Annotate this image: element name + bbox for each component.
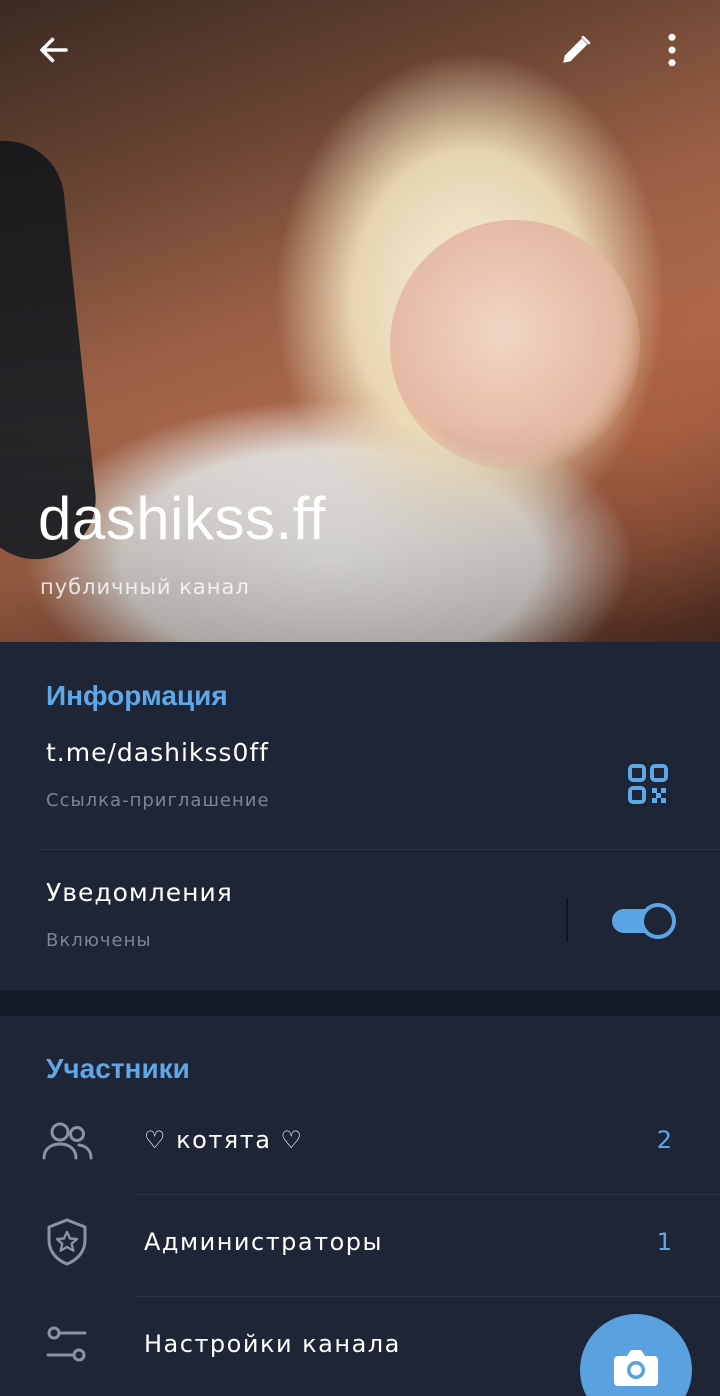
- qr-code-icon: [628, 764, 668, 804]
- list-item-count: 1: [656, 1228, 672, 1256]
- members-section-title: Участники: [46, 1053, 190, 1084]
- list-item-count: 2: [656, 1126, 672, 1154]
- edit-button[interactable]: [548, 22, 604, 78]
- pencil-icon: [563, 35, 591, 63]
- people-icon: [42, 1122, 93, 1160]
- list-item-subscribers[interactable]: ♡ котята ♡ 2: [0, 1094, 720, 1194]
- notifications-toggle[interactable]: [610, 903, 676, 939]
- list-item-label: Администраторы: [144, 1228, 383, 1256]
- invite-link-caption: Ссылка-приглашение: [46, 790, 270, 811]
- list-item-admins[interactable]: Администраторы 1: [0, 1195, 720, 1295]
- back-button[interactable]: [26, 22, 82, 78]
- notifications-status: Включены: [46, 930, 152, 951]
- invite-link[interactable]: t.me/dashikss0ff: [46, 738, 269, 767]
- arrow-left-icon: [40, 37, 68, 63]
- section-gap: [0, 990, 720, 1016]
- info-section-title: Информация: [46, 680, 228, 711]
- sliders-icon: [46, 1326, 87, 1362]
- qr-code-button[interactable]: [622, 758, 674, 810]
- vertical-separator: [566, 898, 568, 942]
- more-button[interactable]: [644, 22, 700, 78]
- channel-name: dashikss.ff: [38, 485, 326, 552]
- shield-star-icon: [47, 1218, 87, 1266]
- camera-icon: [614, 1350, 658, 1386]
- toggle-knob: [640, 903, 676, 939]
- notifications-label[interactable]: Уведомления: [46, 878, 233, 907]
- channel-type: публичный канал: [40, 575, 250, 599]
- more-vertical-icon: [668, 33, 676, 67]
- list-item-label: ♡ котята ♡: [144, 1126, 304, 1154]
- list-item-label: Настройки канала: [144, 1330, 401, 1358]
- divider: [40, 849, 720, 850]
